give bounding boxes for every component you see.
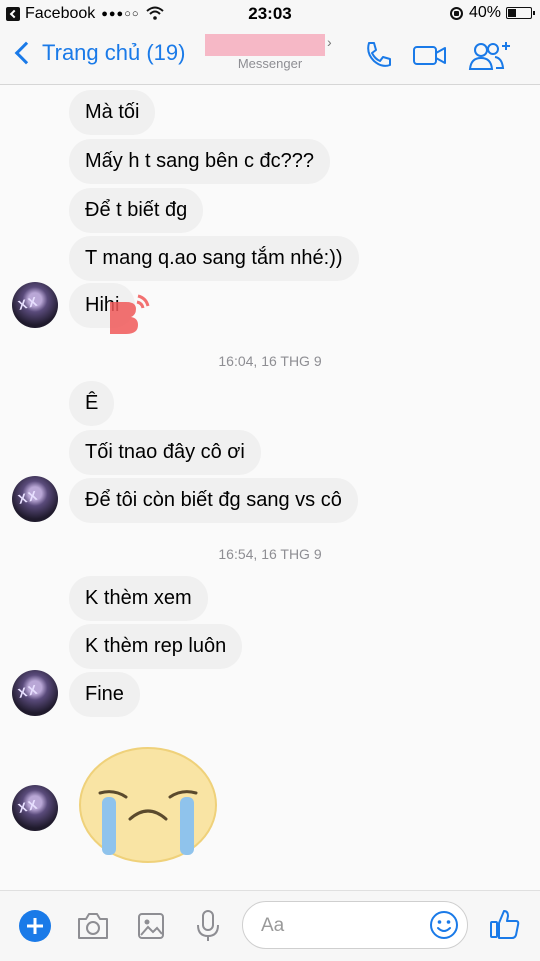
chevron-right-icon: › — [327, 34, 332, 50]
avatar-text: X X — [16, 797, 38, 816]
contact-avatar[interactable]: X X — [12, 282, 58, 328]
battery-percent: 40% — [468, 4, 501, 21]
contact-avatar[interactable]: X X — [12, 476, 58, 522]
video-icon[interactable] — [412, 40, 448, 75]
timestamp: 16:54, 16 THG 9 — [218, 546, 322, 562]
message-bubble[interactable]: K thèm xem — [69, 576, 208, 621]
message-bubble[interactable]: Mà tối — [69, 90, 156, 135]
contact-avatar[interactable]: X X — [12, 670, 58, 716]
avatar-text: X X — [16, 682, 38, 701]
add-people-icon[interactable] — [468, 40, 514, 77]
avatar-text: X X — [16, 294, 38, 313]
avatar-text: X X — [16, 488, 38, 507]
message-bubble[interactable]: Để tôi còn biết đg sang vs cô — [69, 478, 358, 523]
contact-avatar[interactable]: X X — [12, 785, 58, 831]
message-bubble[interactable]: K thèm rep luôn — [69, 624, 243, 669]
like-icon[interactable] — [488, 907, 522, 946]
message-bubble[interactable]: Fine — [69, 672, 140, 717]
crying-face-sticker[interactable] — [78, 745, 218, 865]
message-input-placeholder: Aa — [261, 915, 285, 936]
message-bubble[interactable]: Để t biết đg — [69, 188, 204, 233]
message-composer: Aa — [0, 890, 540, 961]
message-bubble[interactable]: Tối tnao đây cô ơi — [69, 430, 261, 475]
battery-fill — [508, 9, 516, 17]
message-bubble[interactable]: Mấy h t sang bên c đc??? — [69, 139, 331, 184]
image-icon[interactable] — [136, 911, 166, 946]
status-bar: Facebook ●●●○○ 23:03 40% — [0, 0, 540, 28]
emoji-icon[interactable] — [429, 910, 459, 946]
header-subtitle: Messenger — [237, 56, 303, 71]
message-list[interactable]: Mà tối Mấy h t sang bên c đc??? Để t biế… — [0, 85, 540, 890]
message-bubble[interactable]: Ê — [69, 381, 115, 426]
contact-name-redacted[interactable] — [205, 34, 325, 56]
conversation-header: Trang chủ (19) › Messenger — [0, 28, 540, 85]
plus-icon[interactable] — [18, 909, 52, 948]
phone-icon[interactable] — [362, 40, 392, 75]
orientation-lock-icon — [449, 6, 463, 20]
microphone-icon[interactable] — [195, 909, 221, 948]
back-button[interactable]: Trang chủ (19) — [14, 40, 185, 66]
timestamp: 16:04, 16 THG 9 — [218, 353, 322, 369]
message-bubble[interactable]: T mang q.ao sang tắm nhé:)) — [69, 236, 359, 281]
message-input[interactable]: Aa — [242, 901, 468, 949]
camera-icon[interactable] — [76, 911, 110, 946]
watermark-logo — [104, 290, 152, 340]
chevron-left-icon — [14, 41, 38, 65]
battery-icon — [506, 7, 535, 19]
back-label: Trang chủ (19) — [42, 40, 186, 65]
